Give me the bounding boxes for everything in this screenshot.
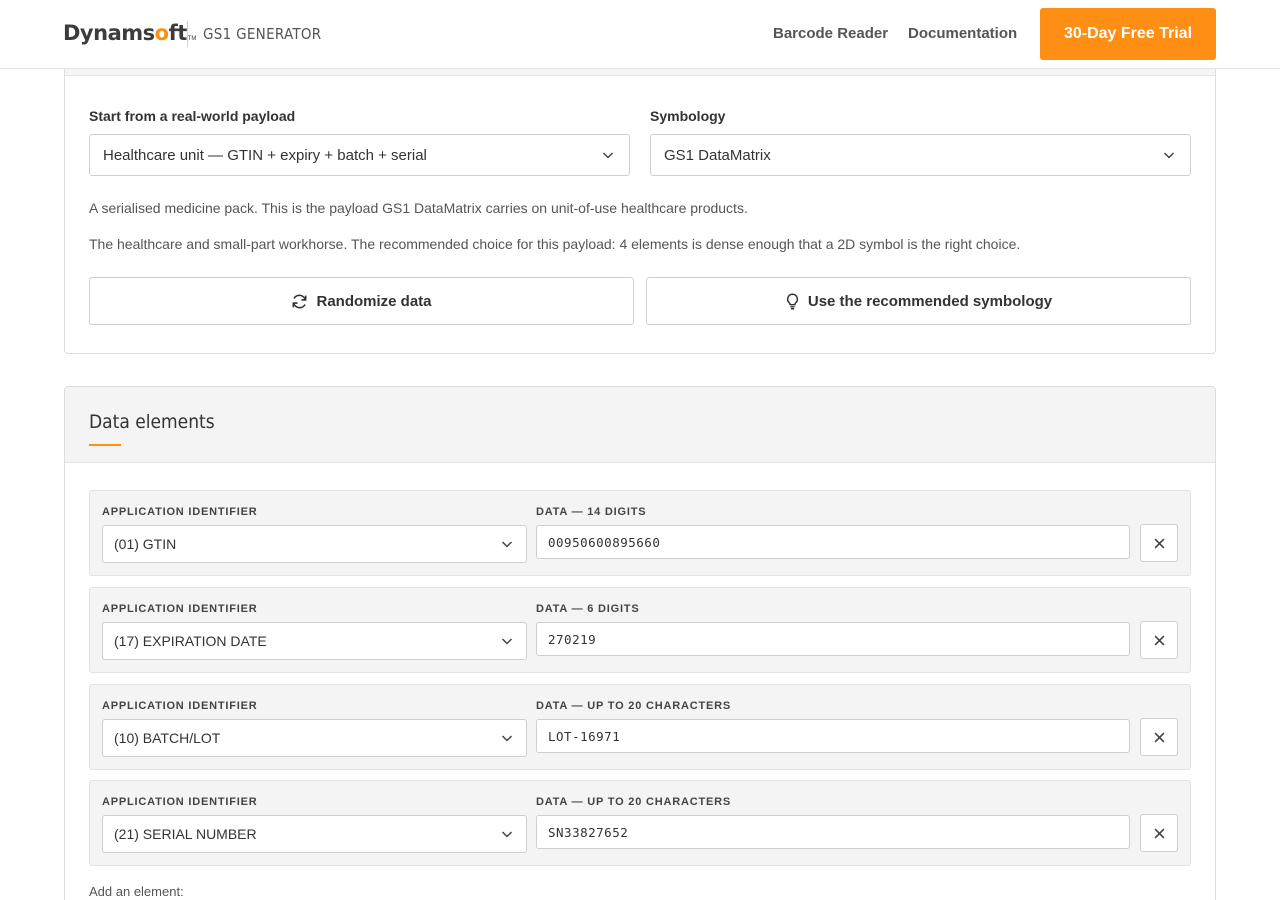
logo-text-accent: o [154,21,169,45]
ai-label: APPLICATION IDENTIFIER [102,603,258,615]
chevron-down-icon [501,638,513,645]
payload-card: Start from a real-world payload Healthca… [64,48,1216,354]
top-navbar: Dynamsoft TM GS1 GENERATOR Barcode Reade… [0,0,1280,69]
chevron-down-icon [501,541,513,548]
refresh-icon [293,294,307,308]
ai-select-value: (21) SERIAL NUMBER [114,826,257,842]
data-input[interactable]: 270219 [536,622,1130,656]
free-trial-button[interactable]: 30-Day Free Trial [1040,8,1216,60]
logo-text-end: ft [168,21,188,45]
payload-label: Start from a real-world payload [89,108,296,124]
data-label: DATA — 14 DIGITS [536,506,647,518]
nav-barcode-reader[interactable]: Barcode Reader [773,24,888,44]
data-label: DATA — 6 DIGITS [536,603,640,615]
product-name: GS1 GENERATOR [203,25,322,43]
remove-element-button[interactable] [1140,814,1178,852]
randomize-data-button[interactable]: Randomize data [89,277,634,325]
chevron-down-icon [501,831,513,838]
add-element-label: Add an element: [89,884,184,899]
ai-select[interactable]: (17) EXPIRATION DATE [102,622,527,660]
ai-label: APPLICATION IDENTIFIER [102,506,258,518]
data-input[interactable]: LOT-16971 [536,719,1130,753]
close-icon [1154,635,1164,645]
data-input[interactable]: SN33827652 [536,815,1130,849]
dynamsoft-logo[interactable]: Dynamsoft TM [63,18,196,48]
symbology-select-value: GS1 DataMatrix [664,146,771,164]
close-icon [1154,538,1164,548]
use-recommended-label: Use the recommended symbology [807,292,1053,310]
data-element-row: APPLICATION IDENTIFIER DATA — UP TO 20 C… [89,780,1191,866]
data-input[interactable]: 00950600895660 [536,525,1130,559]
ai-label: APPLICATION IDENTIFIER [102,700,258,712]
logo-trademark: TM [187,36,197,42]
chevron-down-icon [1163,152,1175,159]
data-label: DATA — UP TO 20 CHARACTERS [536,796,731,808]
payload-select-value: Healthcare unit — GTIN + expiry + batch … [103,146,427,164]
use-recommended-symbology-button[interactable]: Use the recommended symbology [646,277,1191,325]
data-element-row: APPLICATION IDENTIFIER DATA — UP TO 20 C… [89,684,1191,770]
ai-label: APPLICATION IDENTIFIER [102,796,258,808]
title-underline [89,444,121,446]
payload-select[interactable]: Healthcare unit — GTIN + expiry + batch … [89,134,630,176]
data-elements-header: Data elements [65,387,1215,463]
chevron-down-icon [602,152,614,159]
payload-description: A serialised medicine pack. This is the … [89,200,748,216]
data-label: DATA — UP TO 20 CHARACTERS [536,700,731,712]
data-element-row: APPLICATION IDENTIFIER DATA — 6 DIGITS (… [89,587,1191,673]
logo-divider [187,21,188,47]
data-elements-card: Data elements APPLICATION IDENTIFIER DAT… [64,386,1216,900]
remove-element-button[interactable] [1140,524,1178,562]
chevron-down-icon [501,735,513,742]
close-icon [1154,828,1164,838]
logo-text-main: Dynams [63,21,155,45]
ai-select[interactable]: (21) SERIAL NUMBER [102,815,527,853]
symbology-select[interactable]: GS1 DataMatrix [650,134,1191,176]
nav-documentation[interactable]: Documentation [908,24,1017,44]
symbology-description: The healthcare and small-part workhorse.… [89,236,1021,252]
close-icon [1154,732,1164,742]
data-element-row: APPLICATION IDENTIFIER DATA — 14 DIGITS … [89,490,1191,576]
data-elements-title: Data elements [89,411,215,433]
symbology-label: Symbology [650,108,726,124]
ai-select-value: (17) EXPIRATION DATE [114,633,267,649]
randomize-data-label: Randomize data [316,292,432,310]
remove-element-button[interactable] [1140,621,1178,659]
ai-select[interactable]: (10) BATCH/LOT [102,719,527,757]
ai-select-value: (01) GTIN [114,536,177,552]
remove-element-button[interactable] [1140,718,1178,756]
lightbulb-icon [786,293,798,309]
ai-select-value: (10) BATCH/LOT [114,730,221,746]
ai-select[interactable]: (01) GTIN [102,525,527,563]
